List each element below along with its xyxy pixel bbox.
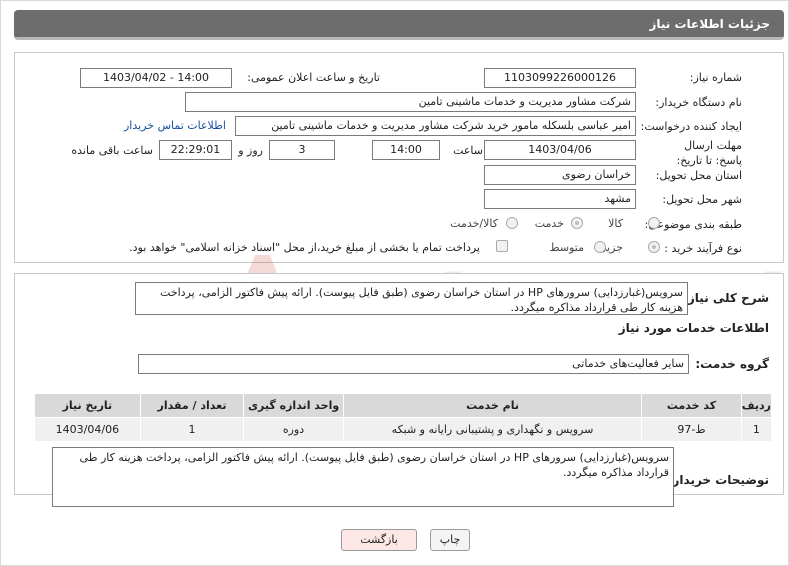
cell-qty: 1 [139, 417, 245, 442]
services-section-title: اطلاعات خدمات مورد نیاز [618, 321, 769, 335]
buyer-org-label: نام دستگاه خریدار: [655, 96, 742, 109]
deadline-time-field[interactable]: 14:00 [372, 140, 440, 160]
days-label: روز و [238, 144, 263, 157]
creator-field[interactable]: امیر عباسی بلسکله مامور خرید شرکت مشاور … [235, 116, 636, 136]
process-label: نوع فرآیند خرید : [664, 242, 742, 255]
remaining-time-field[interactable]: 22:29:01 [159, 140, 232, 160]
service-group-label: گروه خدمت: [695, 357, 769, 371]
service-group-field[interactable]: سایر فعالیت‌های خدماتی [138, 354, 689, 374]
process-radio-minor[interactable] [648, 241, 660, 253]
cell-row: 1 [740, 417, 773, 442]
services-table: ردیف کد خدمت نام خدمت واحد اندازه گیری ت… [34, 393, 773, 442]
category-option-goods: کالا [608, 217, 623, 230]
buyer-org-field[interactable]: شرکت مشاور مدیریت و خدمات ماشینی تامین [185, 92, 636, 112]
deadline-date-field[interactable]: 1403/04/06 [484, 140, 636, 160]
treasury-note: پرداخت تمام یا بخشی از مبلغ خرید،از محل … [129, 241, 480, 254]
need-number-field[interactable]: 1103099226000126 [484, 68, 636, 88]
city-label: شهر محل تحویل: [662, 193, 742, 206]
announce-field[interactable]: 1403/04/02 - 14:00 [80, 68, 232, 88]
province-field[interactable]: خراسان رضوی [484, 165, 636, 185]
city-field[interactable]: مشهد [484, 189, 636, 209]
contact-info-link[interactable]: اطلاعات تماس خریدار [124, 119, 226, 132]
col-name: نام خدمت [342, 393, 643, 418]
summary-text[interactable]: سرویس(غبارزدایی) سرورهای HP در استان خرا… [135, 282, 688, 315]
col-code: کد خدمت [641, 393, 742, 418]
buyer-notes-label: توضیحات خریدار: [667, 473, 769, 487]
announce-label: تاریخ و ساعت اعلان عمومی: [247, 71, 380, 84]
cell-code: ط-97 [641, 417, 742, 442]
page-title: جزئیات اطلاعات نیاز [649, 17, 770, 31]
col-qty: تعداد / مقدار [139, 393, 245, 418]
title-bar: جزئیات اطلاعات نیاز [14, 10, 784, 40]
print-button[interactable]: چاپ [430, 529, 470, 551]
cell-name: سرویس و نگهداری و پشتیبانی رایانه و شبکه [342, 417, 643, 442]
province-label: استان محل تحویل: [655, 169, 742, 182]
col-date: تاریخ نیاز [34, 393, 141, 418]
treasury-checkbox[interactable] [496, 240, 508, 252]
category-option-goods-service: کالا/خدمت [450, 217, 498, 230]
back-button[interactable]: بازگشت [341, 529, 417, 551]
category-radio-goods-service[interactable] [506, 217, 518, 229]
summary-label: شرح کلی نیاز: [683, 291, 769, 305]
deadline-label: مهلت ارسال پاسخ: تا تاریخ: [676, 139, 742, 167]
col-row: ردیف [740, 393, 773, 418]
deadline-time-label: ساعت [453, 144, 483, 157]
cell-unit: دوره [243, 417, 344, 442]
table-row[interactable]: 1 ط-97 سرویس و نگهداری و پشتیبانی رایانه… [34, 417, 773, 442]
need-number-label: شماره نیاز: [689, 71, 742, 84]
category-radio-service[interactable] [571, 217, 583, 229]
remaining-label: ساعت باقی مانده [71, 144, 153, 157]
process-option-medium: متوسط [549, 241, 584, 254]
days-field[interactable]: 3 [269, 140, 335, 160]
category-radio-goods[interactable] [648, 217, 660, 229]
process-radio-medium[interactable] [594, 241, 606, 253]
cell-date: 1403/04/06 [34, 417, 141, 442]
creator-label: ایجاد کننده درخواست: [640, 120, 742, 133]
buyer-notes-text[interactable]: سرویس(غبارزدایی) سرورهای HP در استان خرا… [52, 447, 674, 507]
col-unit: واحد اندازه گیری [243, 393, 344, 418]
table-header-row: ردیف کد خدمت نام خدمت واحد اندازه گیری ت… [34, 393, 773, 418]
category-option-service: خدمت [534, 217, 564, 230]
